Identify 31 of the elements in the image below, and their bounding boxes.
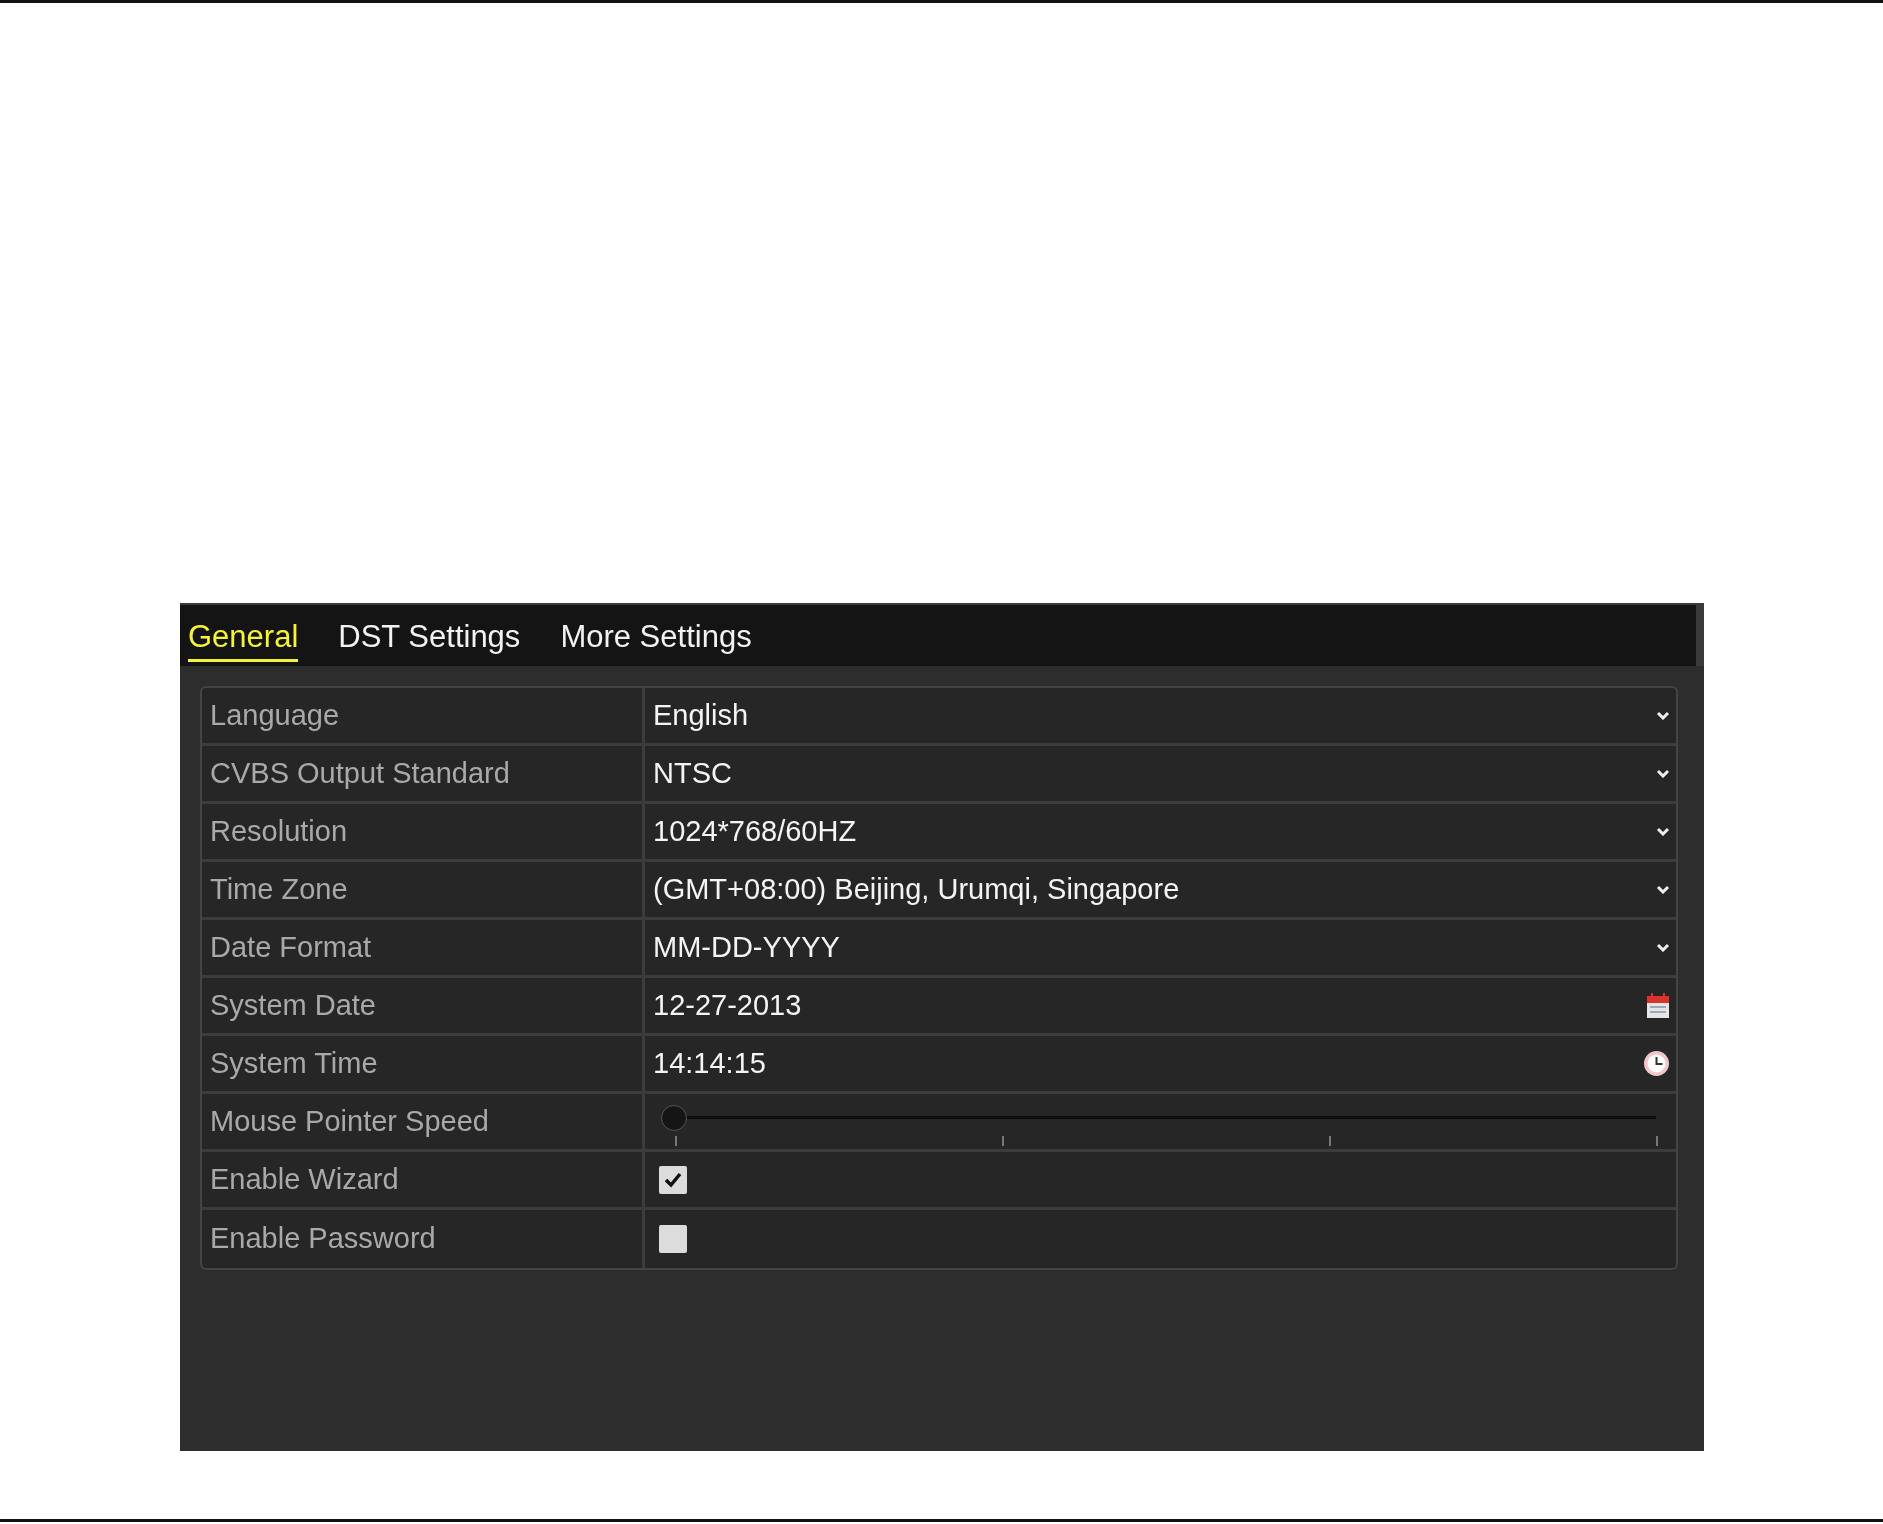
setting-label: Date Format (202, 920, 645, 975)
setting-label: Enable Password (202, 1210, 645, 1268)
setting-label: CVBS Output Standard (202, 746, 645, 801)
tab[interactable]: General (188, 617, 299, 662)
setting-label: Language (202, 688, 645, 743)
setting-label: System Time (202, 1036, 645, 1091)
chevron-down-icon (1656, 943, 1670, 952)
setting-label: Mouse Pointer Speed (202, 1094, 645, 1149)
setting-label: System Date (202, 978, 645, 1033)
dropdown-field[interactable]: MM-DD-YYYY (653, 925, 1670, 970)
slider-thumb[interactable] (661, 1104, 687, 1131)
dropdown-field[interactable]: English (653, 693, 1670, 738)
chevron-down-icon (1656, 769, 1670, 778)
calendar-icon (1646, 992, 1670, 1019)
setting-label: Enable Wizard (202, 1152, 645, 1207)
dropdown-field[interactable]: NTSC (653, 751, 1670, 796)
chevron-down-icon (1656, 711, 1670, 720)
clock-icon (1643, 1050, 1670, 1077)
setting-label: Resolution (202, 804, 645, 859)
checkbox[interactable] (659, 1165, 687, 1194)
tab[interactable]: DST Settings (338, 617, 521, 662)
chevron-down-icon (1656, 827, 1670, 836)
dropdown-field[interactable]: 1024*768/60HZ (653, 809, 1670, 854)
dropdown-field[interactable]: (GMT+08:00) Beijing, Urumqi, Singapore (653, 867, 1670, 912)
input-field[interactable]: 12-27-2013 (653, 983, 1670, 1028)
checkmark-icon (664, 1171, 682, 1188)
checkbox[interactable] (659, 1225, 687, 1253)
setting-label: Time Zone (202, 862, 645, 917)
chevron-down-icon (1656, 885, 1670, 894)
input-field[interactable]: 14:14:15 (653, 1041, 1670, 1086)
tab[interactable]: More Settings (560, 617, 752, 662)
